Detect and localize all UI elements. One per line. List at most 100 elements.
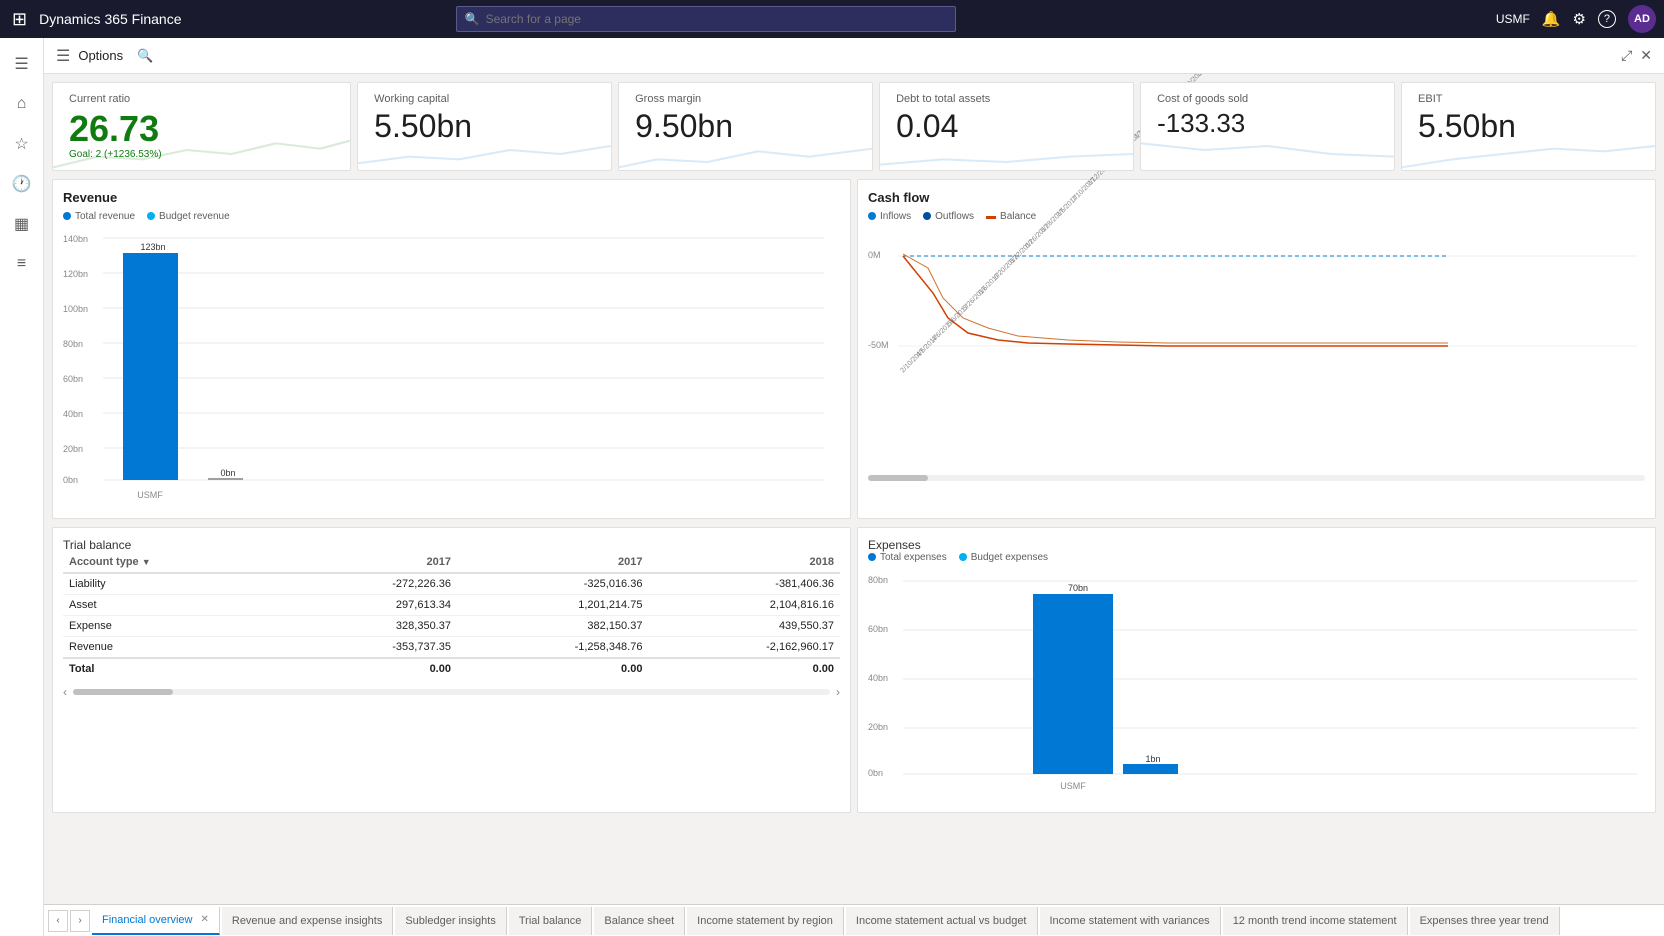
cashflow-chart-svg: 0M -50M 2/10/2017 bbox=[868, 228, 1645, 468]
kpi-title-cogs: Cost of goods sold bbox=[1157, 93, 1378, 105]
options-label: Options bbox=[78, 48, 123, 63]
scroll-right-arrow[interactable]: › bbox=[836, 685, 840, 699]
nav-favorites[interactable]: ☆ bbox=[4, 126, 40, 162]
nav-hamburger[interactable]: ☰ bbox=[4, 46, 40, 82]
svg-text:USMF: USMF bbox=[1060, 781, 1086, 791]
svg-text:80bn: 80bn bbox=[868, 575, 888, 585]
options-close-icon[interactable]: ✕ bbox=[1640, 47, 1652, 64]
cashflow-scrollbar[interactable] bbox=[868, 475, 1645, 481]
nav-workspaces[interactable]: ▦ bbox=[4, 206, 40, 242]
svg-text:7/21/2017: 7/21/2017 bbox=[1195, 74, 1222, 78]
kpi-card-current-ratio[interactable]: Current ratio 26.73 Goal: 2 (+1236.53%) bbox=[52, 82, 351, 171]
revenue-legend: Total revenue Budget revenue bbox=[63, 211, 840, 222]
tab-income-actual-vs-budget[interactable]: Income statement actual vs budget bbox=[846, 907, 1038, 935]
tab-scroll-left[interactable]: ‹ bbox=[48, 910, 68, 932]
kpi-card-debt-to-assets[interactable]: Debt to total assets 0.04 bbox=[879, 82, 1134, 171]
table-row: Expense 328,350.37 382,150.37 439,550.37 bbox=[63, 615, 840, 636]
top-nav: ⊞ Dynamics 365 Finance 🔍 USMF 🔔 ⚙ ? AD bbox=[0, 0, 1664, 38]
tab-income-by-region[interactable]: Income statement by region bbox=[687, 907, 844, 935]
tab-balance-sheet[interactable]: Balance sheet bbox=[594, 907, 685, 935]
svg-text:140bn: 140bn bbox=[63, 234, 88, 244]
options-hamburger[interactable]: ☰ bbox=[56, 46, 70, 66]
revenue-panel: Revenue Total revenue Budget revenue bbox=[52, 179, 851, 519]
options-search-icon[interactable]: 🔍 bbox=[137, 48, 153, 64]
tab-scroll-right[interactable]: › bbox=[70, 910, 90, 932]
trial-balance-table: Account type ▼ 2017 2017 2018 Liability … bbox=[63, 552, 840, 679]
col-2017-b[interactable]: 2017 bbox=[457, 552, 648, 573]
kpi-title-working-capital: Working capital bbox=[374, 93, 595, 105]
kpi-card-cogs[interactable]: Cost of goods sold -133.33 bbox=[1140, 82, 1395, 171]
kpi-card-ebit[interactable]: EBIT 5.50bn bbox=[1401, 82, 1656, 171]
nav-recent[interactable]: 🕐 bbox=[4, 166, 40, 202]
table-row: Liability -272,226.36 -325,016.36 -381,4… bbox=[63, 573, 840, 595]
main-content: ☰ Options 🔍 ⤢ ✕ Current ratio 26.73 Goal… bbox=[44, 38, 1664, 936]
cashflow-panel: Cash flow Inflows Outflows Balance bbox=[857, 179, 1656, 519]
cashflow-title: Cash flow bbox=[868, 190, 1645, 205]
search-bar: 🔍 bbox=[456, 6, 956, 32]
svg-text:120bn: 120bn bbox=[63, 269, 88, 279]
expenses-bar-usmf[interactable] bbox=[1033, 594, 1113, 774]
bottom-row: Trial balance Account type ▼ 2017 2017 2… bbox=[52, 527, 1656, 813]
kpi-card-working-capital[interactable]: Working capital 5.50bn bbox=[357, 82, 612, 171]
revenue-bar-usmf[interactable] bbox=[123, 253, 178, 480]
scroll-left-arrow[interactable]: ‹ bbox=[63, 685, 67, 699]
svg-text:60bn: 60bn bbox=[868, 624, 888, 634]
svg-text:60bn: 60bn bbox=[63, 374, 83, 384]
tab-subledger-insights[interactable]: Subledger insights bbox=[395, 907, 507, 935]
col-account-type[interactable]: Account type ▼ bbox=[63, 552, 287, 573]
svg-text:40bn: 40bn bbox=[63, 409, 83, 419]
expenses-title: Expenses bbox=[868, 538, 1645, 552]
legend-balance: Balance bbox=[986, 211, 1036, 222]
side-nav: ☰ ⌂ ☆ 🕐 ▦ ≡ bbox=[0, 38, 44, 936]
tab-expenses-three-year[interactable]: Expenses three year trend bbox=[1410, 907, 1560, 935]
svg-text:1bn: 1bn bbox=[1145, 754, 1160, 764]
tab-income-with-variances[interactable]: Income statement with variances bbox=[1040, 907, 1221, 935]
table-row: Asset 297,613.34 1,201,214.75 2,104,816.… bbox=[63, 594, 840, 615]
user-avatar[interactable]: AD bbox=[1628, 5, 1656, 33]
app-grid-icon[interactable]: ⊞ bbox=[8, 5, 31, 34]
svg-text:0bn: 0bn bbox=[63, 475, 78, 485]
kpi-row: Current ratio 26.73 Goal: 2 (+1236.53%) … bbox=[52, 82, 1656, 171]
revenue-title: Revenue bbox=[63, 190, 840, 205]
trial-balance-title: Trial balance bbox=[63, 538, 840, 552]
options-expand-icon[interactable]: ⤢ bbox=[1621, 47, 1632, 64]
options-right-icons: ⤢ ✕ bbox=[1621, 47, 1652, 64]
svg-text:0M: 0M bbox=[868, 250, 881, 260]
legend-outflows: Outflows bbox=[923, 211, 974, 222]
svg-text:-50M: -50M bbox=[868, 340, 889, 350]
nav-home[interactable]: ⌂ bbox=[4, 86, 40, 122]
col-2017-a[interactable]: 2017 bbox=[287, 552, 457, 573]
kpi-title-gross-margin: Gross margin bbox=[635, 93, 856, 105]
tab-revenue-expense-insights[interactable]: Revenue and expense insights bbox=[222, 907, 393, 935]
search-icon: 🔍 bbox=[465, 12, 480, 26]
nav-icons: USMF 🔔 ⚙ ? AD bbox=[1496, 5, 1656, 33]
legend-total-expenses: Total expenses bbox=[868, 552, 947, 563]
search-input[interactable] bbox=[486, 12, 947, 26]
revenue-chart-svg: 140bn 120bn 100bn 80bn 60bn 40bn 20bn 0b… bbox=[63, 228, 840, 508]
tab-financial-overview[interactable]: Financial overview ✕ bbox=[92, 907, 220, 935]
expenses-bar-small[interactable] bbox=[1123, 764, 1178, 774]
kpi-title-debt-to-assets: Debt to total assets bbox=[896, 93, 1117, 105]
kpi-card-gross-margin[interactable]: Gross margin 9.50bn bbox=[618, 82, 873, 171]
tab-12-month-trend[interactable]: 12 month trend income statement bbox=[1223, 907, 1408, 935]
kpi-title-current-ratio: Current ratio bbox=[69, 93, 334, 105]
revenue-bar-small[interactable] bbox=[208, 478, 243, 480]
svg-text:70bn: 70bn bbox=[1068, 583, 1088, 593]
tab-trial-balance[interactable]: Trial balance bbox=[509, 907, 593, 935]
help-icon[interactable]: ? bbox=[1598, 10, 1616, 28]
col-2018[interactable]: 2018 bbox=[648, 552, 840, 573]
options-bar: ☰ Options 🔍 ⤢ ✕ bbox=[44, 38, 1664, 74]
svg-text:20bn: 20bn bbox=[63, 444, 83, 454]
gear-icon[interactable]: ⚙ bbox=[1573, 10, 1586, 28]
bell-icon[interactable]: 🔔 bbox=[1542, 10, 1561, 28]
legend-budget-expenses: Budget expenses bbox=[959, 552, 1048, 563]
user-name: USMF bbox=[1496, 12, 1530, 26]
expenses-legend: Total expenses Budget expenses bbox=[868, 552, 1645, 563]
table-row: Revenue -353,737.35 -1,258,348.76 -2,162… bbox=[63, 636, 840, 658]
legend-total-revenue: Total revenue bbox=[63, 211, 135, 222]
svg-text:123bn: 123bn bbox=[140, 242, 165, 252]
svg-text:0bn: 0bn bbox=[868, 768, 883, 778]
nav-modules[interactable]: ≡ bbox=[4, 246, 40, 282]
tab-close-financial-overview[interactable]: ✕ bbox=[200, 914, 208, 925]
table-scrollbar[interactable] bbox=[73, 689, 173, 695]
